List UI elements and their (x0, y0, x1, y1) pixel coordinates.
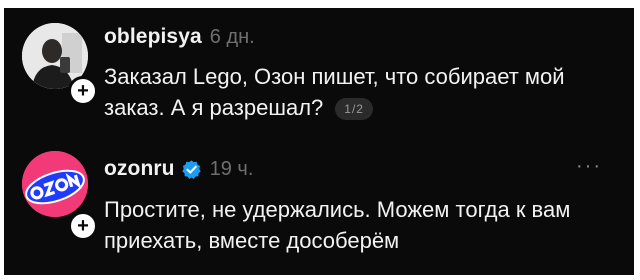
thread-post: + oblepisya 6 дн. Заказал Lego, Озон пиш… (4, 8, 634, 138)
follow-plus-button[interactable]: + (68, 211, 98, 241)
plus-icon: + (77, 215, 89, 237)
page-indicator: 1/2 (335, 98, 373, 121)
post-time[interactable]: 19 ч. (210, 158, 254, 181)
thread-post: + ozonru 19 ч. ··· Простите, не удержали… (4, 138, 634, 275)
post-text: Простите, не удержались. Можем тогда к в… (104, 194, 614, 256)
avatar-container[interactable]: + (22, 23, 98, 106)
post-time[interactable]: 6 дн. (210, 26, 255, 49)
post-text: Заказал Lego, Озон пишет, что собирает м… (104, 61, 614, 123)
post-header: ozonru 19 ч. (104, 157, 253, 181)
username[interactable]: oblepisya (104, 25, 202, 49)
plus-icon: + (77, 80, 89, 102)
verified-badge-icon (181, 159, 201, 179)
post-body: Заказал Lego, Озон пишет, что собирает м… (104, 64, 565, 120)
post-header: oblepisya 6 дн. (104, 25, 255, 49)
avatar-container[interactable]: + (22, 151, 98, 241)
ozon-logo-icon[interactable] (22, 151, 88, 217)
thread-screenshot: + oblepisya 6 дн. Заказал Lego, Озон пиш… (4, 8, 634, 275)
more-options-icon[interactable]: ··· (576, 156, 602, 176)
ozon-logo-drawing (22, 151, 88, 217)
post-body: Простите, не удержались. Можем тогда к в… (104, 197, 571, 253)
follow-plus-button[interactable]: + (68, 76, 98, 106)
username[interactable]: ozonru (104, 157, 175, 181)
